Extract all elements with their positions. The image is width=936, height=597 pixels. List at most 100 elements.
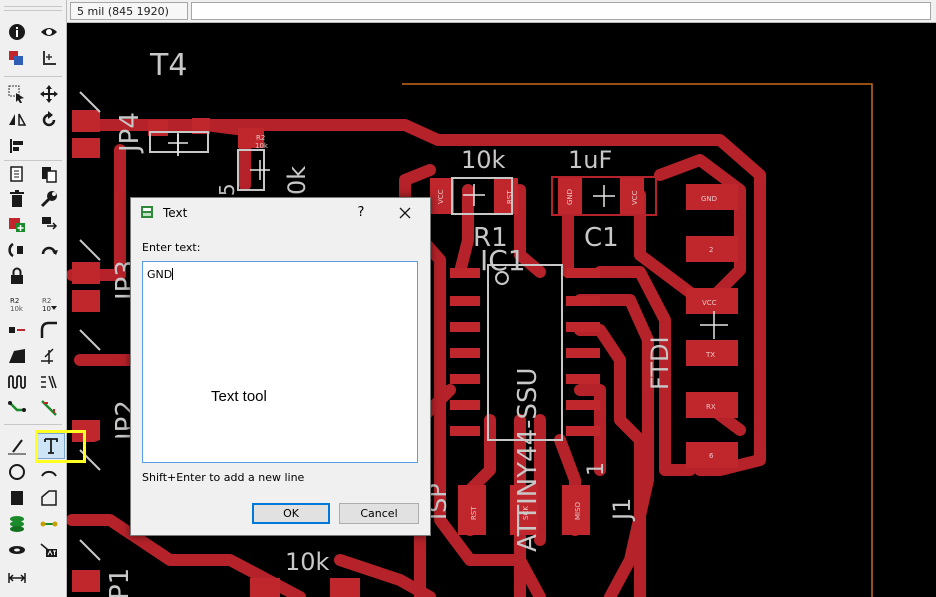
ripup-icon — [41, 375, 57, 389]
mini-label: 10k — [10, 305, 24, 313]
hole-button[interactable] — [4, 538, 30, 562]
gate-swap-icon — [41, 246, 58, 255]
trash-icon — [10, 190, 24, 207]
optimize-button[interactable] — [36, 344, 62, 368]
dimension-button[interactable] — [4, 566, 30, 590]
pad-label: R2 — [256, 134, 265, 142]
command-input[interactable] — [191, 2, 931, 20]
replace-icon — [42, 217, 58, 230]
signal-icon — [40, 521, 58, 527]
value-button[interactable]: R2 10 — [36, 292, 62, 316]
group-button[interactable] — [4, 82, 30, 106]
disk-icon — [9, 546, 25, 554]
signal-button[interactable] — [36, 512, 62, 536]
meander-icon — [8, 375, 26, 389]
dialog-title: Text — [163, 206, 188, 220]
label-ic1: IC1 — [480, 244, 526, 277]
route-button[interactable] — [4, 396, 30, 420]
copy-button[interactable] — [4, 162, 30, 186]
split-button[interactable] — [4, 344, 30, 368]
ratsnest-button[interactable] — [4, 512, 30, 536]
lock-icon — [11, 267, 23, 284]
attribute-button[interactable] — [36, 538, 62, 562]
unroute-icon — [41, 400, 57, 416]
smash-button[interactable] — [4, 318, 30, 342]
label-p1: P1 — [105, 568, 135, 597]
arc-icon — [41, 470, 57, 477]
name-button[interactable]: R2 10k — [4, 292, 30, 316]
unroute-button[interactable] — [36, 396, 62, 420]
mini-label: 10 — [42, 305, 51, 313]
grid-display[interactable]: 5 mil (845 1920) — [70, 2, 188, 20]
app-icon — [141, 206, 153, 218]
name-value-icon: R210k — [10, 297, 24, 313]
info-button[interactable] — [4, 20, 30, 44]
add-button[interactable] — [4, 212, 30, 236]
close-icon — [399, 207, 411, 219]
paste-icon — [42, 167, 57, 183]
mark-icon — [43, 51, 56, 65]
change-button[interactable] — [36, 187, 62, 211]
eye-icon — [41, 28, 57, 36]
pad-label: RST — [470, 506, 478, 520]
replace-button[interactable] — [36, 212, 62, 236]
rectangle-icon — [11, 491, 23, 505]
label-j1: J1 — [608, 498, 636, 522]
circle-button[interactable] — [4, 460, 30, 484]
close-button[interactable] — [393, 202, 417, 224]
pad-label: 10k — [255, 142, 269, 150]
add-part-icon — [9, 218, 25, 232]
swap-button[interactable] — [4, 238, 30, 262]
show-button[interactable] — [36, 20, 62, 44]
route-icon — [8, 401, 26, 412]
split-icon — [9, 349, 25, 363]
pad-label: SCK — [522, 506, 530, 520]
layers-stack-icon — [10, 516, 24, 532]
miter-icon — [40, 321, 57, 338]
optimize-icon — [41, 348, 54, 364]
help-button[interactable]: ? — [351, 203, 371, 223]
mirror-button[interactable] — [4, 108, 30, 132]
dimension-icon — [8, 573, 26, 583]
text-input[interactable]: GND — [142, 261, 418, 463]
rotate-button[interactable] — [36, 108, 62, 132]
swap-icon — [8, 242, 23, 258]
mini-label: R2 — [10, 297, 19, 305]
label-c1-value: 1uF — [568, 146, 612, 174]
label-jp4: JP4 — [115, 112, 145, 154]
align-button[interactable] — [4, 134, 30, 158]
ok-button[interactable]: OK — [252, 503, 330, 524]
cancel-button[interactable]: Cancel — [339, 503, 419, 524]
paste-button[interactable] — [36, 162, 62, 186]
move-button[interactable] — [36, 82, 62, 106]
rectangle-button[interactable] — [4, 486, 30, 510]
label-c1: C1 — [584, 223, 619, 253]
label-r1-value: 10k — [461, 146, 506, 174]
ripup-button[interactable] — [36, 370, 62, 394]
miter-button[interactable] — [36, 318, 62, 342]
select-arrow-icon — [8, 85, 24, 103]
line-button[interactable] — [4, 434, 30, 458]
left-toolbar: R2 10k R2 10 — [0, 0, 86, 597]
pad-label: MISO — [574, 501, 582, 520]
layers-icon — [9, 51, 23, 65]
label-t4: T4 — [149, 48, 187, 83]
info-icon — [9, 24, 25, 40]
arc-button[interactable] — [36, 460, 62, 484]
lock-button[interactable] — [4, 264, 30, 288]
display-layers-button[interactable] — [4, 46, 30, 70]
line-icon — [8, 439, 26, 455]
delete-button[interactable] — [4, 187, 30, 211]
pad-label: RST — [506, 190, 514, 204]
pad-label: TX — [705, 351, 715, 359]
mark-button[interactable] — [36, 46, 62, 70]
circle-icon — [9, 464, 25, 480]
label-10k-bottom: 10k — [285, 548, 330, 576]
mini-label: R2 — [42, 297, 51, 305]
pad-label: VCC — [437, 189, 445, 204]
polygon-button[interactable] — [36, 486, 62, 510]
gate-swap-button[interactable] — [36, 238, 62, 262]
meander-button[interactable] — [4, 370, 30, 394]
pad-label: RX — [706, 403, 716, 411]
enter-text-label: Enter text: — [142, 241, 201, 254]
